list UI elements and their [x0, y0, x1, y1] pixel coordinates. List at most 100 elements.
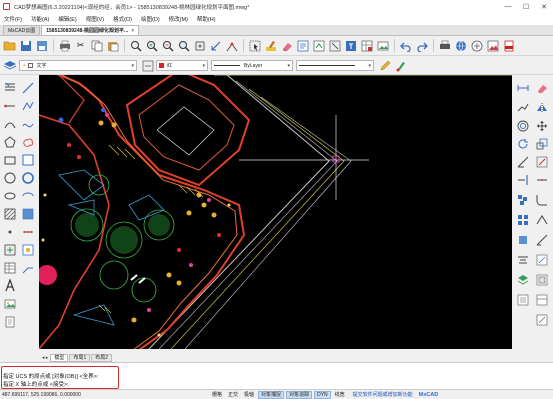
tab-layout2[interactable]: 布局2 — [91, 353, 112, 362]
feedback-link[interactable]: 提交软件问题或增加新功能 — [353, 391, 413, 398]
menu-edit[interactable]: 编辑(E) — [58, 15, 76, 23]
group-icon[interactable] — [535, 273, 548, 286]
eraser-icon[interactable] — [535, 81, 548, 94]
text-tool-icon[interactable] — [3, 279, 16, 292]
image-insert-icon[interactable] — [3, 297, 16, 310]
close-button[interactable]: ✕ — [535, 0, 553, 13]
break-icon[interactable] — [535, 173, 548, 186]
chamfer-icon[interactable] — [516, 193, 529, 206]
divide-icon[interactable] — [21, 225, 34, 238]
insert-block-icon[interactable] — [3, 243, 16, 256]
ortho-toggle[interactable]: 正交 — [226, 391, 240, 399]
minimize-button[interactable]: — — [499, 0, 517, 13]
table-icon[interactable] — [359, 38, 374, 53]
align-icon[interactable] — [516, 253, 529, 266]
menu-format[interactable]: 格式(O) — [113, 15, 132, 23]
tab-model[interactable]: 模型 — [50, 353, 69, 362]
drawing-canvas[interactable] — [39, 75, 512, 349]
layer-manager-icon[interactable] — [3, 58, 18, 73]
layer-state-icon[interactable] — [140, 58, 155, 73]
layout-nav-arrows[interactable]: ◂ ▸ — [42, 355, 48, 361]
fillet-icon[interactable] — [535, 193, 548, 206]
layer-iso-icon[interactable] — [516, 273, 529, 286]
stretch-icon[interactable] — [516, 155, 529, 168]
measure-icon[interactable] — [224, 38, 239, 53]
save-as-icon[interactable] — [34, 38, 49, 53]
maximize-button[interactable]: ☐ — [517, 0, 535, 13]
circle-icon[interactable] — [3, 171, 16, 184]
otrack-toggle[interactable]: 对象追踪 — [286, 390, 313, 399]
dimension-linear-icon[interactable] — [516, 81, 529, 94]
zoom-window-icon[interactable] — [128, 38, 143, 53]
block-icon[interactable] — [327, 38, 342, 53]
revision-cloud-icon[interactable] — [21, 135, 34, 148]
offset-icon[interactable] — [516, 119, 529, 132]
tab-layout1[interactable]: 布局1 — [69, 353, 91, 362]
plot-icon[interactable] — [437, 38, 452, 53]
zoom-in-icon[interactable] — [144, 38, 159, 53]
design-center-icon[interactable] — [535, 293, 548, 306]
layer-combo[interactable]: ☀ 文字 ▾ — [19, 60, 137, 71]
ellipse-icon[interactable] — [3, 189, 16, 202]
tab-drawing[interactable]: 1585130839248-桃园园绿化规划平... × — [41, 25, 140, 35]
properties-panel-icon[interactable] — [516, 293, 529, 306]
menu-help[interactable]: 帮助(H) — [197, 15, 216, 23]
picture-icon[interactable] — [485, 38, 500, 53]
menu-file[interactable]: 文件(F) — [4, 15, 22, 23]
print-icon[interactable] — [57, 38, 72, 53]
donut-icon[interactable] — [21, 171, 34, 184]
tool-palette-icon[interactable] — [535, 313, 548, 326]
menu-modify[interactable]: 修改(M) — [169, 15, 188, 23]
zoom-extents-icon[interactable] — [176, 38, 191, 53]
menu-draw[interactable]: 绘图(D) — [141, 15, 160, 23]
wipeout-icon[interactable] — [21, 153, 34, 166]
color-combo[interactable]: 红 ▾ — [156, 60, 208, 71]
close-tab-icon[interactable]: × — [131, 28, 134, 34]
ray-icon[interactable] — [3, 99, 16, 112]
command-area[interactable]: 指定 UCS 的原点或 [对象(OB)] <全界>: 指定 X 轴上的点或 <接… — [0, 362, 553, 389]
brush-icon[interactable] — [393, 58, 408, 73]
lineweight-toggle[interactable]: 线宽 — [333, 391, 347, 399]
measure-geom-icon[interactable] — [535, 253, 548, 266]
osnap-toggle[interactable]: 对象捕捉 — [258, 390, 285, 399]
point-icon[interactable] — [3, 225, 16, 238]
rectangle-icon[interactable] — [3, 153, 16, 166]
lineweight-combo[interactable]: ▾ — [296, 60, 374, 71]
hatch-icon[interactable] — [3, 207, 16, 220]
polar-toggle[interactable]: 极轴 — [242, 391, 256, 399]
cloud-icon[interactable] — [453, 38, 468, 53]
pencil-icon[interactable] — [377, 58, 392, 73]
gradient-icon[interactable] — [21, 207, 34, 220]
open-file-icon[interactable] — [2, 38, 17, 53]
select-icon[interactable] — [247, 38, 262, 53]
array-icon[interactable] — [516, 213, 529, 226]
spline-icon[interactable] — [21, 117, 34, 130]
attachment-icon[interactable] — [3, 315, 16, 328]
cut-icon[interactable]: ✂ — [73, 38, 88, 53]
match-properties-icon[interactable] — [263, 38, 278, 53]
pan-icon[interactable] — [192, 38, 207, 53]
undo-icon[interactable] — [398, 38, 413, 53]
explode-icon[interactable] — [516, 233, 529, 246]
menu-view[interactable]: 视图(V) — [86, 15, 104, 23]
copy-object-icon[interactable] — [516, 101, 529, 114]
trim-icon[interactable] — [535, 155, 548, 168]
layer-icon[interactable] — [311, 38, 326, 53]
command-prompt-line[interactable]: 指定 X 轴上的点或 <接受>: — [3, 380, 69, 388]
copy-icon[interactable] — [89, 38, 104, 53]
pdf-icon[interactable] — [501, 38, 516, 53]
redo-icon[interactable] — [414, 38, 429, 53]
grid-toggle[interactable]: 栅格 — [210, 391, 224, 399]
multiline-text-icon[interactable] — [3, 81, 16, 94]
linetype-combo[interactable]: ByLayer ▾ — [211, 60, 293, 71]
text-icon[interactable] — [343, 38, 358, 53]
arc-icon[interactable] — [3, 117, 16, 130]
table-draw-icon[interactable] — [3, 261, 16, 274]
erase-icon[interactable] — [279, 38, 294, 53]
rotate-icon[interactable] — [516, 137, 529, 150]
share-icon[interactable] — [469, 38, 484, 53]
dyn-toggle[interactable]: DYN — [314, 390, 331, 399]
move-icon[interactable] — [535, 119, 548, 132]
scale-icon[interactable] — [535, 137, 548, 150]
save-icon[interactable] — [18, 38, 33, 53]
